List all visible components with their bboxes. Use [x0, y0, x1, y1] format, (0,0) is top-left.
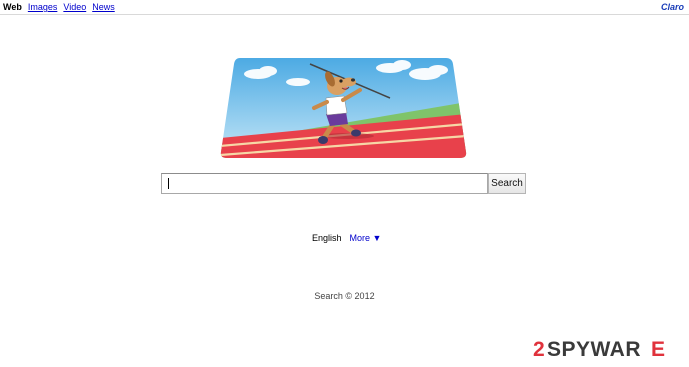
- top-navigation-bar: Web Images Video News Claro: [0, 0, 689, 15]
- search-homepage: Web Images Video News Claro Search Engli…: [0, 0, 689, 367]
- text-cursor: [168, 178, 169, 189]
- javelin-thrower-dog-doodle-icon[interactable]: [220, 56, 467, 158]
- nav-web[interactable]: Web: [3, 2, 22, 12]
- nav-images[interactable]: Images: [28, 2, 58, 12]
- search-button[interactable]: Search: [488, 173, 526, 194]
- brand-link-claro[interactable]: Claro: [661, 2, 684, 12]
- language-selector: English More ▼: [312, 233, 381, 243]
- search-input[interactable]: [161, 173, 488, 194]
- search-vertical-nav: Web Images Video News: [3, 2, 115, 12]
- more-languages-link[interactable]: More ▼: [350, 233, 382, 243]
- current-language-label: English: [312, 233, 342, 243]
- search-form: Search: [161, 173, 526, 194]
- footer-copyright: Search © 2012: [314, 291, 375, 301]
- nav-video[interactable]: Video: [63, 2, 86, 12]
- watermark-two: 2: [533, 338, 545, 361]
- watermark-e: E: [651, 338, 665, 361]
- watermark-spywar: SPYWAR: [547, 338, 641, 361]
- nav-news[interactable]: News: [92, 2, 115, 12]
- 2spyware-watermark-logo: 2 SPYWAR E: [533, 338, 665, 361]
